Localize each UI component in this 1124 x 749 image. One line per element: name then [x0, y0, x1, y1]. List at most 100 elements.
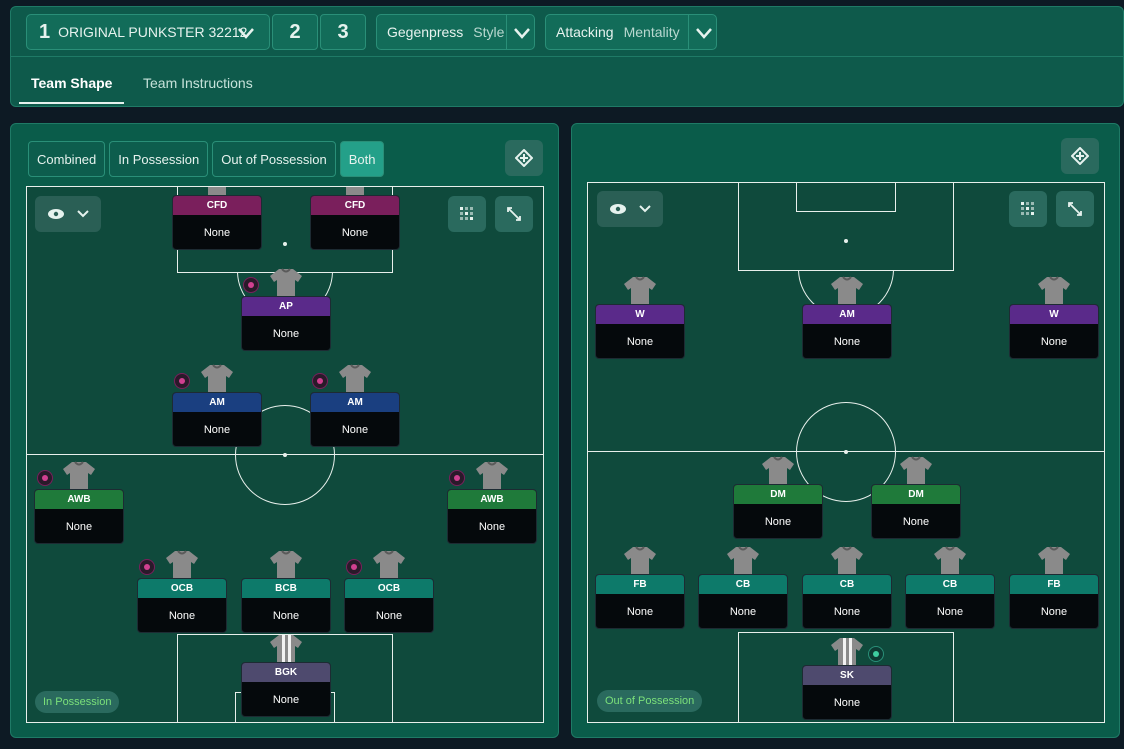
- shirt-icon: [831, 276, 863, 306]
- player-card: BCB None: [241, 578, 331, 633]
- player-slot-cb-right[interactable]: CB None: [905, 545, 995, 629]
- shirt-icon: [762, 456, 794, 486]
- pressing-marker-icon: [139, 559, 155, 575]
- player-slot-w-right[interactable]: W None: [1009, 275, 1099, 359]
- player-slot-cfd-left[interactable]: CFD None: [172, 187, 262, 250]
- style-dropdown[interactable]: Gegenpress Style: [376, 14, 535, 50]
- shirt-icon: [900, 456, 932, 486]
- player-card: CB None: [698, 574, 788, 629]
- tab-team-instructions[interactable]: Team Instructions: [143, 57, 253, 106]
- style-label: Style: [473, 24, 505, 40]
- player-slot-ocb-right[interactable]: OCB None: [344, 549, 434, 633]
- player-slot-bgk[interactable]: BGK None: [241, 633, 331, 717]
- player-slot-awb-right[interactable]: AWB None: [447, 460, 537, 544]
- player-slot-ap[interactable]: AP None: [241, 267, 331, 351]
- grid-view-button[interactable]: [1009, 191, 1047, 227]
- view-options-button[interactable]: [597, 191, 663, 227]
- player-slot-cfd-right[interactable]: CFD None: [310, 187, 400, 250]
- player-name: None: [478, 521, 506, 533]
- tactic-slot-2-button[interactable]: 2: [272, 14, 318, 50]
- role-label: CFD: [311, 196, 399, 215]
- player-name: None: [341, 227, 369, 239]
- player-slot-cb-centre[interactable]: CB None: [802, 545, 892, 629]
- player-name: None: [902, 516, 930, 528]
- player-slot-bcb[interactable]: BCB None: [241, 549, 331, 633]
- expand-button[interactable]: [1056, 191, 1094, 227]
- toggle-combined[interactable]: Combined: [28, 141, 106, 177]
- player-slot-cb-left[interactable]: CB None: [698, 545, 788, 629]
- tactic-name: ORIGINAL PUNKSTER 32212: [58, 24, 248, 40]
- role-label: FB: [596, 575, 684, 594]
- chevron-down-icon: [238, 28, 254, 39]
- player-name: None: [341, 424, 369, 436]
- goalkeeper-shirt-icon: [270, 635, 302, 664]
- player-card: SK None: [802, 665, 892, 720]
- shirt-icon: [373, 550, 405, 580]
- grid-view-button[interactable]: [448, 196, 486, 232]
- swap-direction-button[interactable]: [1061, 138, 1099, 174]
- centre-spot: [844, 450, 848, 454]
- player-name: None: [626, 606, 654, 618]
- out-of-possession-panel: Out of Possession W None AM None W None DM N…: [571, 123, 1120, 738]
- penalty-spot: [844, 239, 848, 243]
- role-label: DM: [734, 485, 822, 504]
- player-name: None: [626, 336, 654, 348]
- swap-direction-button[interactable]: [505, 140, 543, 176]
- shirt-icon: [270, 268, 302, 298]
- player-slot-am-left[interactable]: AM None: [172, 363, 262, 447]
- tactics-tabs: Team Shape Team Instructions: [11, 57, 1123, 106]
- toggle-in-possession[interactable]: In Possession: [109, 141, 209, 177]
- player-slot-dm-left[interactable]: DM None: [733, 455, 823, 539]
- player-name: None: [936, 606, 964, 618]
- shirt-icon: [1038, 276, 1070, 306]
- swap-icon: [1071, 147, 1089, 165]
- tactic-controls-row: 1 ORIGINAL PUNKSTER 32212 2 3 Gegenpress…: [11, 7, 1123, 57]
- phase-label-in-possession: In Possession: [35, 691, 120, 713]
- shirt-icon: [270, 550, 302, 580]
- chevron-down-icon: [76, 210, 89, 218]
- toggle-both[interactable]: Both: [339, 141, 385, 177]
- role-label: W: [596, 305, 684, 324]
- pressing-marker-icon: [37, 470, 53, 486]
- role-label: CB: [803, 575, 891, 594]
- in-possession-panel: Combined In Possession Out of Possession…: [10, 123, 559, 738]
- player-slot-am[interactable]: AM None: [802, 275, 892, 359]
- swap-icon: [515, 149, 533, 167]
- player-name: None: [272, 328, 300, 340]
- player-slot-fb-right[interactable]: FB None: [1009, 545, 1099, 629]
- role-label: AM: [173, 393, 261, 412]
- dropdown-divider: [688, 15, 689, 49]
- expand-button[interactable]: [495, 196, 533, 232]
- player-name: None: [1040, 336, 1068, 348]
- player-slot-awb-left[interactable]: AWB None: [34, 460, 124, 544]
- player-slot-ocb-left[interactable]: OCB None: [137, 549, 227, 633]
- pressing-marker-icon: [346, 559, 362, 575]
- role-label: AM: [803, 305, 891, 324]
- player-card: CB None: [802, 574, 892, 629]
- tactic-slot-3-button[interactable]: 3: [320, 14, 366, 50]
- mentality-dropdown[interactable]: Attacking Mentality: [545, 14, 717, 50]
- player-card: W None: [595, 304, 685, 359]
- tab-team-shape[interactable]: Team Shape: [19, 57, 125, 106]
- tactic-selector[interactable]: 1 ORIGINAL PUNKSTER 32212: [26, 14, 270, 50]
- shirt-icon: [934, 546, 966, 576]
- shirt-icon: [201, 364, 233, 394]
- player-name: None: [168, 610, 196, 622]
- player-slot-am-right[interactable]: AM None: [310, 363, 400, 447]
- grid-icon: [1021, 202, 1034, 215]
- player-name: None: [272, 694, 300, 706]
- player-slot-fb-left[interactable]: FB None: [595, 545, 685, 629]
- player-card: AP None: [241, 296, 331, 351]
- role-label: OCB: [138, 579, 226, 598]
- player-name: None: [1040, 606, 1068, 618]
- player-slot-w-left[interactable]: W None: [595, 275, 685, 359]
- player-card: CFD None: [172, 195, 262, 250]
- shirt-icon: [63, 461, 95, 491]
- player-slot-sk[interactable]: SK None: [802, 636, 892, 720]
- shirt-icon: [624, 276, 656, 306]
- player-slot-dm-right[interactable]: DM None: [871, 455, 961, 539]
- player-card: AM None: [310, 392, 400, 447]
- player-card: FB None: [1009, 574, 1099, 629]
- view-options-button[interactable]: [35, 196, 101, 232]
- toggle-out-of-possession[interactable]: Out of Possession: [212, 141, 336, 177]
